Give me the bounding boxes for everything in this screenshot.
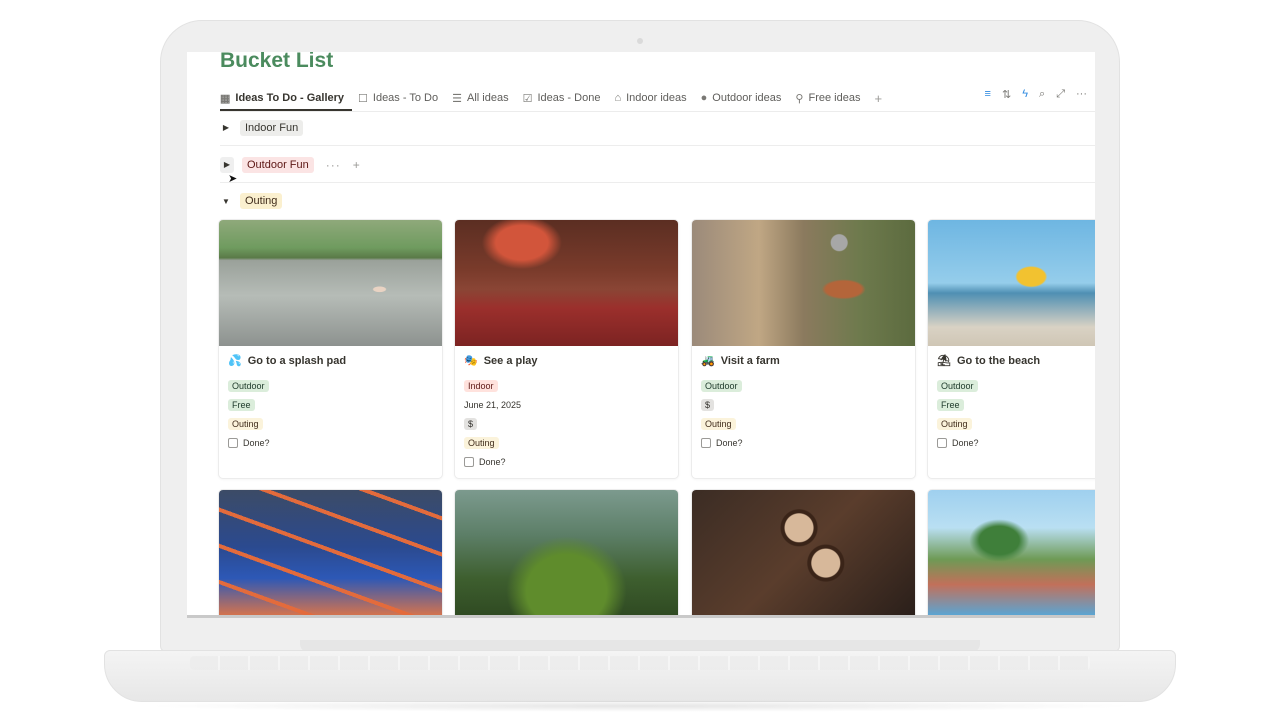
tab-label: All ideas — [467, 92, 509, 104]
add-view-button[interactable]: + — [874, 91, 882, 106]
tag-outing: Outing — [228, 417, 263, 430]
house-icon: ⌂ — [614, 92, 622, 104]
card-cover-image — [219, 490, 442, 615]
done-checkbox[interactable]: Done? — [228, 433, 433, 452]
tag-outdoor: Outdoor — [937, 379, 978, 392]
tag-outdoor: Outdoor — [228, 379, 269, 392]
app-screen: Bucket List ▦ Ideas To Do - Gallery ☐ Id… — [187, 52, 1095, 618]
beach-umbrella-emoji-icon: ⛱ — [937, 355, 951, 367]
group-more-button[interactable]: ··· — [326, 158, 341, 172]
done-label: Done? — [243, 437, 270, 448]
splash-emoji-icon: 💦 — [228, 355, 242, 367]
tab-label: Ideas - Done — [537, 92, 601, 104]
group-label: Outing — [240, 193, 283, 209]
card-date: June 21, 2025 — [464, 399, 522, 410]
view-tabs: ▦ Ideas To Do - Gallery ☐ Ideas - To Do … — [220, 86, 882, 110]
card-title: Go to a splash pad — [247, 354, 347, 367]
checkbox-icon[interactable] — [701, 437, 711, 448]
checkbox-icon[interactable] — [937, 437, 947, 448]
gallery-card-coffee[interactable] — [691, 489, 916, 615]
tag-outing: Outing — [701, 417, 736, 430]
tab-indoor-ideas[interactable]: ⌂ Indoor ideas — [614, 92, 686, 104]
checkbox-icon[interactable] — [228, 437, 238, 448]
tag-outing: Outing — [937, 417, 972, 430]
done-checkbox[interactable]: Done? — [701, 433, 906, 452]
card-cover-image — [928, 490, 1095, 615]
tag-outing: Outing — [464, 436, 499, 449]
search-icon[interactable]: ⌕ — [1039, 88, 1045, 101]
group-outdoor-fun[interactable]: ▶ Outdoor Fun ··· + — [220, 147, 1095, 183]
tab-ideas-to-do-gallery[interactable]: ▦ Ideas To Do - Gallery — [220, 92, 344, 105]
tag-cost: $ — [464, 417, 478, 430]
card-title: See a play — [483, 354, 538, 367]
laptop-shadow — [140, 700, 1140, 712]
card-cover-image — [219, 220, 442, 346]
sort-icon[interactable]: ⇅ — [1002, 88, 1011, 101]
done-label: Done? — [716, 437, 743, 448]
gallery-card-mini-golf[interactable] — [927, 489, 1095, 615]
gallery-card-splash-pad[interactable]: 💦 Go to a splash pad Outdoor Free Outing… — [218, 219, 443, 479]
tractor-emoji-icon: 🚜 — [701, 355, 715, 367]
card-cover-image — [692, 220, 915, 346]
card-cover-image — [455, 490, 678, 615]
camera — [637, 38, 643, 44]
tag-indoor: Indoor — [464, 379, 498, 392]
done-label: Done? — [952, 437, 979, 448]
location-pin-icon: ⚲ — [795, 92, 804, 105]
tag-outdoor: Outdoor — [701, 379, 742, 392]
tab-all-ideas[interactable]: ☰ All ideas — [452, 92, 508, 105]
tab-label: Ideas To Do - Gallery — [235, 92, 345, 104]
tab-label: Free ideas — [808, 92, 861, 104]
list-icon: ☰ — [452, 92, 462, 105]
checkbox-icon: ☐ — [358, 92, 368, 105]
page-title: Bucket List — [220, 52, 334, 72]
tab-ideas-done[interactable]: ☑ Ideas - Done — [523, 92, 601, 105]
theater-emoji-icon: 🎭 — [464, 355, 478, 367]
tree-icon: ● — [700, 92, 708, 104]
gallery-card-see-a-play[interactable]: 🎭 See a play Indoor June 21, 2025 $ Outi… — [454, 219, 679, 479]
gallery-card-go-to-the-beach[interactable]: ⛱ Go to the beach Outdoor Free Outing Do… — [927, 219, 1095, 479]
card-title: Go to the beach — [956, 354, 1041, 367]
tab-ideas-to-do[interactable]: ☐ Ideas - To Do — [358, 92, 438, 105]
checked-box-icon: ☑ — [522, 92, 533, 105]
expand-icon[interactable]: ⤢ — [1056, 88, 1065, 101]
filter-icon[interactable]: ≡ — [985, 88, 991, 101]
card-cover-image — [692, 490, 915, 615]
group-label: Indoor Fun — [240, 119, 304, 136]
gallery-card-garden[interactable] — [454, 489, 679, 615]
tag-free: Free — [228, 398, 255, 411]
group-label: Outdoor Fun — [242, 156, 314, 173]
tab-label: Indoor ideas — [626, 92, 687, 104]
checkbox-icon[interactable] — [464, 456, 474, 467]
done-checkbox[interactable]: Done? — [937, 433, 1095, 452]
gallery-card-trampoline[interactable] — [218, 489, 443, 615]
group-add-button[interactable]: + — [353, 158, 361, 172]
tab-label: Outdoor ideas — [712, 92, 782, 104]
group-outing[interactable]: ▼ Outing — [220, 183, 1095, 219]
caret-down-icon[interactable]: ▼ — [220, 197, 232, 206]
caret-right-icon[interactable]: ▶ — [220, 156, 234, 173]
gallery-icon: ▦ — [220, 92, 231, 105]
more-icon[interactable]: ··· — [1076, 88, 1087, 101]
tag-cost: $ — [701, 398, 715, 411]
automation-icon[interactable]: ϟ — [1022, 88, 1028, 101]
tab-label: Ideas - To Do — [372, 92, 439, 104]
tab-outdoor-ideas[interactable]: ● Outdoor ideas — [701, 92, 782, 104]
tab-free-ideas[interactable]: ⚲ Free ideas — [795, 92, 860, 105]
done-label: Done? — [479, 456, 506, 467]
card-cover-image — [455, 220, 678, 346]
tag-free: Free — [937, 398, 964, 411]
gallery-card-visit-a-farm[interactable]: 🚜 Visit a farm Outdoor $ Outing Done? — [691, 219, 916, 479]
group-indoor-fun[interactable]: ▶ Indoor Fun — [220, 110, 1095, 146]
card-title: Visit a farm — [720, 354, 780, 367]
keyboard — [190, 656, 1090, 670]
view-toolbar: ≡ ⇅ ϟ ⌕ ⤢ ··· — [985, 88, 1087, 101]
caret-right-icon[interactable]: ▶ — [220, 123, 232, 132]
done-checkbox[interactable]: Done? — [464, 452, 669, 471]
card-cover-image — [928, 220, 1095, 346]
